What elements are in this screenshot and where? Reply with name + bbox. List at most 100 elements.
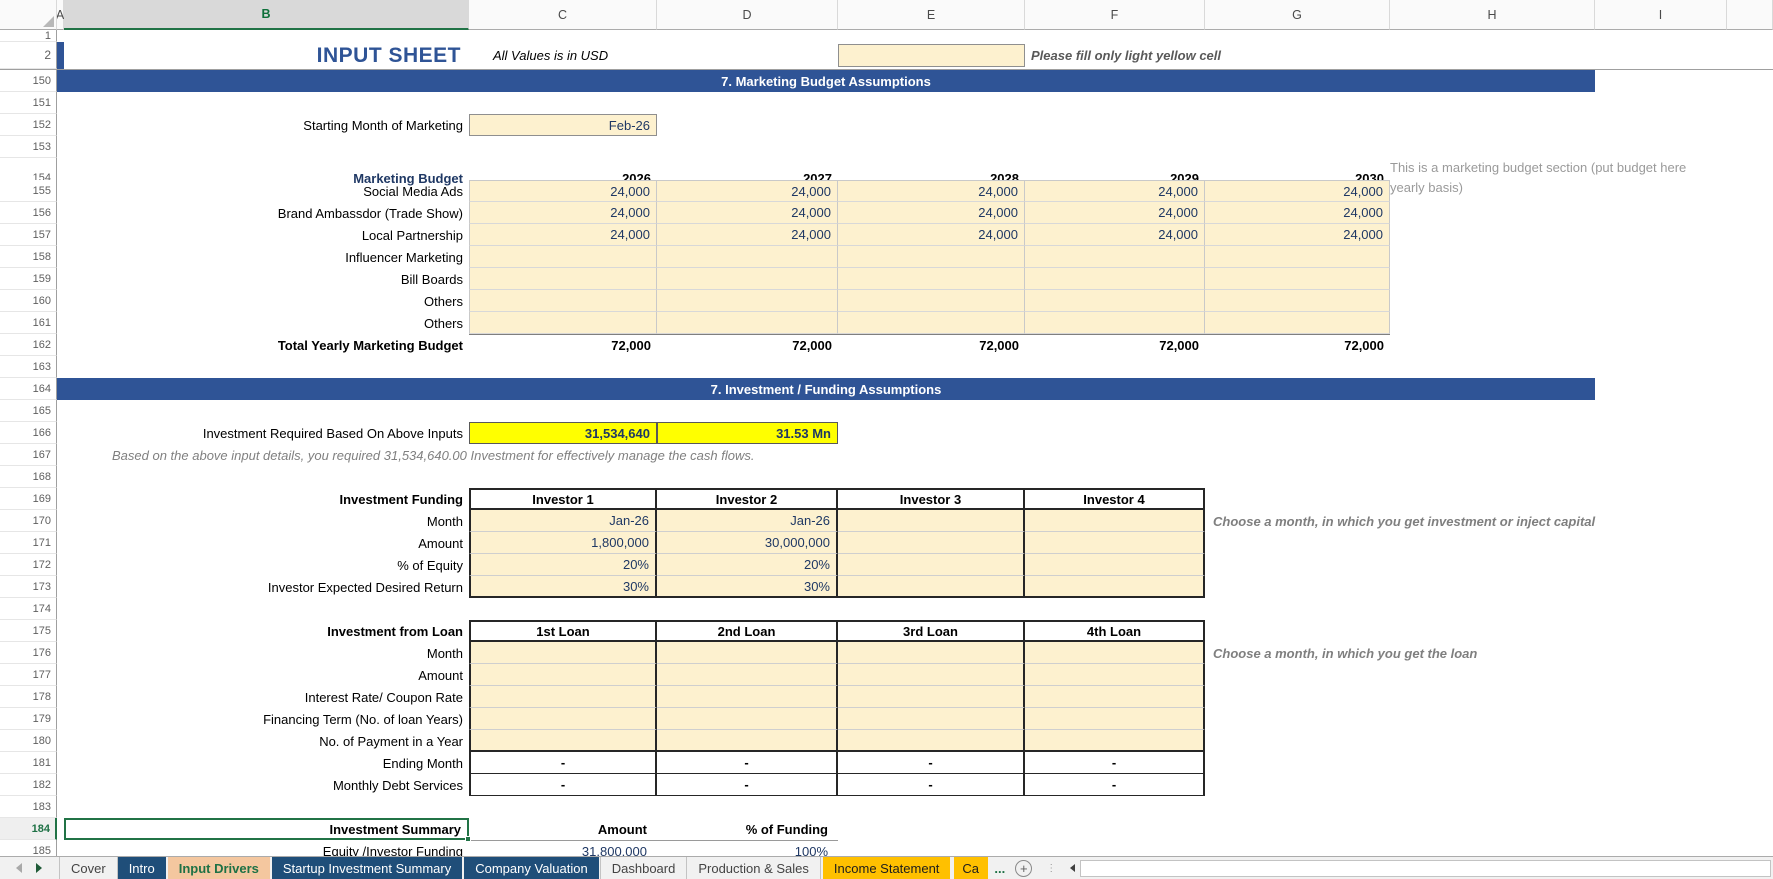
loan-table-title[interactable]: Investment from Loan bbox=[64, 620, 469, 642]
marketing-input[interactable] bbox=[1025, 312, 1205, 334]
loan-input[interactable] bbox=[469, 664, 657, 686]
row-header-157[interactable]: 157 bbox=[0, 224, 57, 246]
row-header-172[interactable]: 172 bbox=[0, 554, 57, 576]
marketing-input[interactable]: 24,000 bbox=[657, 224, 838, 246]
marketing-input[interactable]: 24,000 bbox=[838, 202, 1025, 224]
tabs-scroll-right-icon[interactable] bbox=[36, 863, 42, 873]
funding-input[interactable]: Jan-26 bbox=[657, 510, 838, 532]
investment-required-label[interactable]: Investment Required Based On Above Input… bbox=[64, 422, 469, 444]
loan-calc-label[interactable]: Ending Month bbox=[64, 752, 469, 774]
tabs-scroll-left-icon[interactable] bbox=[16, 863, 22, 873]
marketing-row-label[interactable]: Bill Boards bbox=[64, 268, 469, 290]
row-header-151[interactable]: 151 bbox=[0, 92, 57, 114]
add-sheet-button[interactable]: + bbox=[1015, 860, 1032, 877]
summary-funding-header[interactable]: % of Funding bbox=[657, 818, 838, 840]
funding-input[interactable] bbox=[1025, 532, 1205, 554]
funding-input[interactable] bbox=[1025, 510, 1205, 532]
loan-input[interactable] bbox=[657, 642, 838, 664]
loan-input[interactable] bbox=[469, 730, 657, 752]
select-all-button[interactable] bbox=[0, 0, 57, 30]
row-header-166[interactable]: 166 bbox=[0, 422, 57, 444]
marketing-input[interactable]: 24,000 bbox=[469, 224, 657, 246]
marketing-input[interactable] bbox=[1205, 312, 1390, 334]
loan-input[interactable] bbox=[1025, 686, 1205, 708]
funding-input[interactable] bbox=[838, 554, 1025, 576]
loan-input[interactable] bbox=[838, 730, 1025, 752]
column-header-a[interactable]: A bbox=[57, 0, 64, 30]
funding-table-title[interactable]: Investment Funding bbox=[64, 488, 469, 510]
column-header-b-selected[interactable]: B bbox=[64, 0, 469, 30]
row-header-150[interactable]: 150 bbox=[0, 70, 57, 92]
summary-funding-value[interactable]: 100% bbox=[657, 840, 838, 856]
loan-calc-value[interactable]: - bbox=[469, 752, 657, 774]
tab-startup-investment-summary[interactable]: Startup Investment Summary bbox=[272, 857, 462, 879]
row-header-178[interactable]: 178 bbox=[0, 686, 57, 708]
fill-handle-icon[interactable] bbox=[465, 836, 471, 842]
loan-3-header[interactable]: 3rd Loan bbox=[838, 620, 1025, 642]
marketing-input[interactable] bbox=[1025, 268, 1205, 290]
marketing-total[interactable]: 72,000 bbox=[1025, 334, 1205, 356]
loan-input[interactable] bbox=[657, 686, 838, 708]
marketing-total[interactable]: 72,000 bbox=[838, 334, 1025, 356]
marketing-input[interactable]: 24,000 bbox=[1205, 202, 1390, 224]
row-header-185[interactable]: 185 bbox=[0, 840, 57, 856]
column-header-c[interactable]: C bbox=[469, 0, 657, 30]
loan-input[interactable] bbox=[1025, 664, 1205, 686]
marketing-input[interactable]: 24,000 bbox=[469, 202, 657, 224]
funding-input[interactable]: 30,000,000 bbox=[657, 532, 838, 554]
investor-3-header[interactable]: Investor 3 bbox=[838, 488, 1025, 510]
selected-cell-investment-summary[interactable]: Investment Summary bbox=[64, 818, 469, 840]
investment-required-mn[interactable]: 31.53 Mn bbox=[657, 422, 838, 444]
marketing-input[interactable] bbox=[1205, 290, 1390, 312]
loan-input[interactable] bbox=[657, 664, 838, 686]
row-header-2[interactable]: 2 bbox=[0, 42, 57, 69]
tab-overflow-ellipsis[interactable]: ... bbox=[990, 857, 1009, 879]
marketing-total[interactable]: 72,000 bbox=[1205, 334, 1390, 356]
loan-row-label[interactable]: Month bbox=[64, 642, 469, 664]
column-header-f[interactable]: F bbox=[1025, 0, 1205, 30]
hscroll-left-button[interactable] bbox=[1064, 860, 1080, 877]
row-header-182[interactable]: 182 bbox=[0, 774, 57, 796]
row-header-1[interactable]: 1 bbox=[0, 30, 57, 42]
loan-calc-value[interactable]: - bbox=[838, 774, 1025, 796]
tab-cover[interactable]: Cover bbox=[59, 857, 118, 879]
funding-row-label[interactable]: % of Equity bbox=[64, 554, 469, 576]
loan-calc-value[interactable]: - bbox=[657, 752, 838, 774]
loan-input[interactable] bbox=[1025, 708, 1205, 730]
starting-month-label[interactable]: Starting Month of Marketing bbox=[64, 114, 469, 136]
row-header-176[interactable]: 176 bbox=[0, 642, 57, 664]
marketing-input[interactable] bbox=[469, 312, 657, 334]
starting-month-input[interactable]: Feb-26 bbox=[469, 114, 657, 136]
row-header-162[interactable]: 162 bbox=[0, 334, 57, 356]
marketing-row-label[interactable]: Social Media Ads bbox=[64, 180, 469, 202]
row-header-183[interactable]: 183 bbox=[0, 796, 57, 818]
row-header-160[interactable]: 160 bbox=[0, 290, 57, 312]
marketing-input[interactable] bbox=[1025, 246, 1205, 268]
header-input-cell[interactable] bbox=[838, 44, 1025, 67]
funding-input[interactable]: Jan-26 bbox=[469, 510, 657, 532]
row-header-184-selected[interactable]: 184 bbox=[0, 818, 57, 840]
marketing-input[interactable] bbox=[657, 312, 838, 334]
marketing-input[interactable] bbox=[469, 246, 657, 268]
row-header-165[interactable]: 165 bbox=[0, 400, 57, 422]
marketing-row-label[interactable]: Others bbox=[64, 312, 469, 334]
loan-input[interactable] bbox=[838, 708, 1025, 730]
loan-row-label[interactable]: Interest Rate/ Coupon Rate bbox=[64, 686, 469, 708]
tab-income-statement[interactable]: Income Statement bbox=[823, 857, 951, 879]
marketing-row-label[interactable]: Local Partnership bbox=[64, 224, 469, 246]
marketing-input[interactable] bbox=[657, 246, 838, 268]
marketing-total[interactable]: 72,000 bbox=[657, 334, 838, 356]
row-header-181[interactable]: 181 bbox=[0, 752, 57, 774]
loan-input[interactable] bbox=[838, 664, 1025, 686]
marketing-row-label[interactable]: Others bbox=[64, 290, 469, 312]
marketing-total-label[interactable]: Total Yearly Marketing Budget bbox=[64, 334, 469, 356]
loan-calc-value[interactable]: - bbox=[1025, 752, 1205, 774]
investment-required-value[interactable]: 31,534,640 bbox=[469, 422, 657, 444]
tab-dashboard[interactable]: Dashboard bbox=[600, 857, 688, 879]
marketing-input[interactable]: 24,000 bbox=[838, 224, 1025, 246]
marketing-input[interactable]: 24,000 bbox=[838, 180, 1025, 202]
row-header-159[interactable]: 159 bbox=[0, 268, 57, 290]
marketing-input[interactable] bbox=[469, 290, 657, 312]
marketing-input[interactable] bbox=[838, 246, 1025, 268]
marketing-input[interactable]: 24,000 bbox=[1205, 180, 1390, 202]
